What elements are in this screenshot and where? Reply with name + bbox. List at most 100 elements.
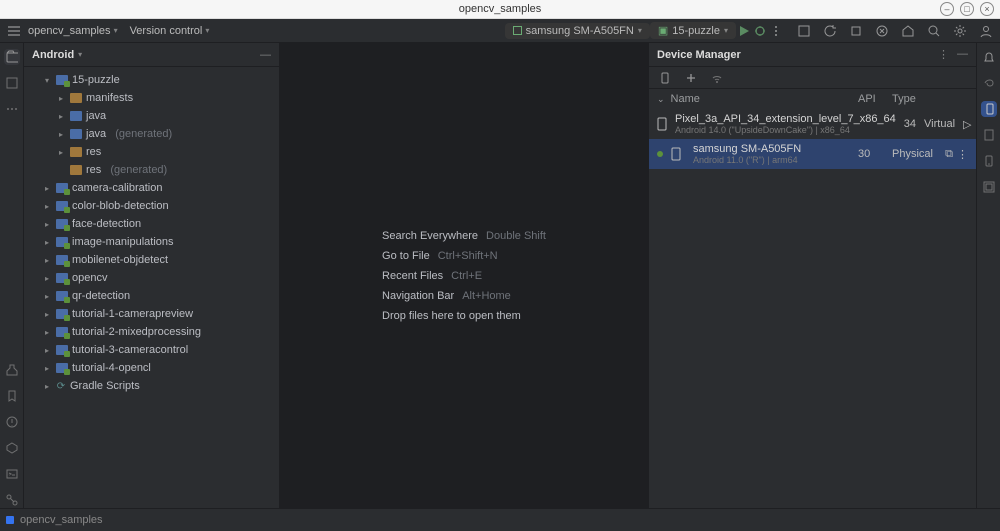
module-icon: [56, 183, 68, 193]
tree-item-module[interactable]: ▸tutorial-3-cameracontrol: [24, 341, 279, 359]
tree-item-module[interactable]: ▸camera-calibration: [24, 179, 279, 197]
folder-icon: [70, 129, 82, 139]
tree-item-module[interactable]: ▸tutorial-2-mixedprocessing: [24, 323, 279, 341]
run-button[interactable]: [736, 23, 752, 39]
services-button[interactable]: [4, 440, 20, 456]
wifi-icon[interactable]: [709, 70, 725, 86]
device-row[interactable]: Pixel_3a_API_34_extension_level_7_x86_64…: [649, 109, 976, 139]
settings-icon[interactable]: [952, 23, 968, 39]
hint-label: Search Everywhere: [382, 230, 478, 242]
device-action-button[interactable]: ▷: [963, 118, 971, 131]
window-titlebar: opencv_samples – □ ×: [0, 0, 1000, 19]
reload-icon[interactable]: [822, 23, 838, 39]
tree-label: java: [86, 128, 106, 140]
maximize-button[interactable]: □: [960, 2, 974, 16]
gradle-tool-button[interactable]: [981, 75, 997, 91]
hint-label: Go to File: [382, 250, 430, 262]
close-button[interactable]: ×: [980, 2, 994, 16]
vcs-tool-button[interactable]: [4, 492, 20, 508]
tree-item-module[interactable]: ▸tutorial-1-camerapreview: [24, 305, 279, 323]
project-tree[interactable]: ▾15-puzzle ▸manifests ▸java ▸java (gener…: [24, 67, 279, 508]
layout-inspector-button[interactable]: [981, 179, 997, 195]
emulator-button[interactable]: [981, 153, 997, 169]
editor-hint: Navigation BarAlt+Home: [382, 290, 546, 302]
tree-item-module[interactable]: ▸color-blob-detection: [24, 197, 279, 215]
project-tool-button[interactable]: [4, 49, 20, 65]
editor-hint: Go to FileCtrl+Shift+N: [382, 250, 546, 262]
tree-suffix: (generated): [115, 128, 172, 140]
tree-label: qr-detection: [72, 290, 130, 302]
tree-suffix: (generated): [110, 164, 167, 176]
search-icon[interactable]: [926, 23, 942, 39]
module-icon: [56, 219, 68, 229]
tree-item-module[interactable]: ▸image-manipulations: [24, 233, 279, 251]
folder-icon: [70, 165, 82, 175]
tree-item-module[interactable]: ▸tutorial-4-opencl: [24, 359, 279, 377]
tree-label: image-manipulations: [72, 236, 174, 248]
device-menu-button[interactable]: ⋮: [957, 148, 968, 161]
tree-label: tutorial-3-cameracontrol: [72, 344, 188, 356]
phone-icon: [657, 117, 667, 131]
chevron-down-icon[interactable]: ▾: [78, 50, 82, 59]
tree-item-module[interactable]: ▸qr-detection: [24, 287, 279, 305]
code-with-me-icon[interactable]: [796, 23, 812, 39]
tree-item-folder[interactable]: ▸java: [24, 107, 279, 125]
build-icon[interactable]: [848, 23, 864, 39]
sync-icon[interactable]: [874, 23, 890, 39]
vcs-dropdown[interactable]: Version control▾: [124, 23, 216, 39]
run-config-name: 15-puzzle: [672, 25, 720, 37]
bookmarks-button[interactable]: [4, 388, 20, 404]
device-manager-button[interactable]: [981, 101, 997, 117]
tree-item-folder[interactable]: res (generated): [24, 161, 279, 179]
more-actions-button[interactable]: [768, 23, 784, 39]
device-subtitle: Android 14.0 ("UpsideDownCake") | x86_64: [675, 125, 896, 135]
left-tool-strip: [0, 43, 24, 508]
tree-label: camera-calibration: [72, 182, 162, 194]
running-devices-button[interactable]: [981, 127, 997, 143]
phone-icon: [671, 147, 685, 161]
run-config-selector[interactable]: ▣ 15-puzzle▾: [650, 22, 736, 39]
status-project-name: opencv_samples: [20, 514, 103, 526]
module-icon: [56, 345, 68, 355]
device-row[interactable]: samsung SM-A505FNAndroid 11.0 ("R") | ar…: [649, 139, 976, 169]
tree-item-module[interactable]: ▸opencv: [24, 269, 279, 287]
tree-item-folder[interactable]: ▸res: [24, 143, 279, 161]
terminal-button[interactable]: [4, 466, 20, 482]
tree-item-folder[interactable]: ▸java (generated): [24, 125, 279, 143]
android-icon: ▣: [658, 24, 668, 37]
hint-shortcut: Ctrl+E: [451, 270, 482, 282]
add-device-icon[interactable]: [683, 70, 699, 86]
more-tools-button[interactable]: [4, 101, 20, 117]
account-icon[interactable]: [978, 23, 994, 39]
build-tool-button[interactable]: [4, 362, 20, 378]
tree-item-gradle[interactable]: ▸⟳Gradle Scripts: [24, 377, 279, 395]
problems-button[interactable]: [4, 414, 20, 430]
tree-label: manifests: [86, 92, 133, 104]
tree-item-folder[interactable]: ▸manifests: [24, 89, 279, 107]
pair-device-icon[interactable]: [657, 70, 673, 86]
hint-shortcut: Double Shift: [486, 230, 546, 242]
project-panel: Android ▾ — ▾15-puzzle ▸manifests ▸java …: [24, 43, 280, 508]
panel-options-button[interactable]: ⋮: [938, 48, 949, 61]
tree-item-module[interactable]: ▸mobilenet-objdetect: [24, 251, 279, 269]
chevron-down-icon[interactable]: ⌄: [657, 94, 665, 105]
hamburger-icon[interactable]: [6, 23, 22, 39]
project-dropdown[interactable]: opencv_samples▾: [22, 23, 124, 39]
device-type: Physical: [892, 148, 932, 160]
tree-label: opencv: [72, 272, 107, 284]
device-manager-title: Device Manager: [657, 49, 741, 61]
device-manager-toolbar: [649, 67, 976, 89]
app-quality-icon[interactable]: [900, 23, 916, 39]
tree-item-module[interactable]: ▸face-detection: [24, 215, 279, 233]
hide-panel-button[interactable]: —: [260, 49, 271, 61]
device-manager-header: Device Manager ⋮ —: [649, 43, 976, 67]
notifications-button[interactable]: [981, 49, 997, 65]
hide-panel-button[interactable]: —: [957, 48, 968, 61]
tree-item-module[interactable]: ▾15-puzzle: [24, 71, 279, 89]
device-action-button[interactable]: ⧉: [945, 148, 953, 161]
minimize-button[interactable]: –: [940, 2, 954, 16]
resource-manager-button[interactable]: [4, 75, 20, 91]
device-selector[interactable]: samsung SM-A505FN▾: [505, 23, 650, 39]
project-panel-header: Android ▾ —: [24, 43, 279, 67]
debug-button[interactable]: [752, 23, 768, 39]
